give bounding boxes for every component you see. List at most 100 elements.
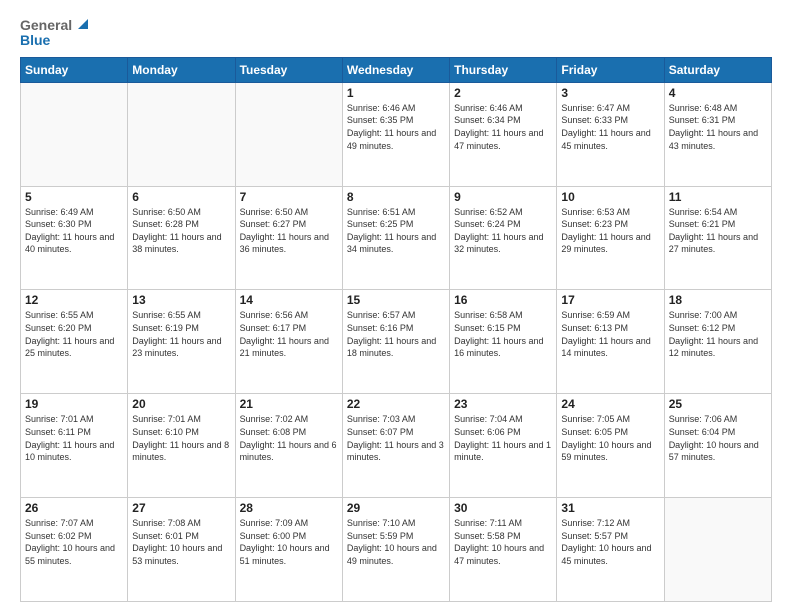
- calendar-cell: 16 Sunrise: 6:58 AM Sunset: 6:15 PM Dayli…: [450, 290, 557, 394]
- logo-blue: Blue: [20, 33, 92, 48]
- day-info: Sunrise: 7:05 AM Sunset: 6:05 PM Dayligh…: [561, 413, 659, 463]
- calendar-cell: 18 Sunrise: 7:00 AM Sunset: 6:12 PM Dayli…: [664, 290, 771, 394]
- day-info: Sunrise: 7:01 AM Sunset: 6:10 PM Dayligh…: [132, 413, 230, 463]
- weekday-header: Monday: [128, 57, 235, 82]
- calendar-cell: 28 Sunrise: 7:09 AM Sunset: 6:00 PM Dayli…: [235, 498, 342, 602]
- calendar-cell: 5 Sunrise: 6:49 AM Sunset: 6:30 PM Daylig…: [21, 186, 128, 290]
- day-number: 22: [347, 397, 445, 411]
- calendar-cell: 20 Sunrise: 7:01 AM Sunset: 6:10 PM Dayli…: [128, 394, 235, 498]
- calendar-week-row: 26Sunrise: 7:07 AM Sunset: 6:02 PM Dayli…: [21, 498, 772, 602]
- day-info: Sunrise: 7:12 AM Sunset: 5:57 PM Dayligh…: [561, 517, 659, 567]
- day-info: Sunrise: 6:57 AM Sunset: 6:16 PM Dayligh…: [347, 309, 445, 359]
- day-number: 14: [240, 293, 338, 307]
- day-info: Sunrise: 6:51 AM Sunset: 6:25 PM Dayligh…: [347, 206, 445, 256]
- day-info: Sunrise: 6:59 AM Sunset: 6:13 PM Dayligh…: [561, 309, 659, 359]
- calendar-cell: 31 Sunrise: 7:12 AM Sunset: 5:57 PM Dayli…: [557, 498, 664, 602]
- calendar-cell: [664, 498, 771, 602]
- logo: General Blue: [20, 18, 92, 49]
- day-info: Sunrise: 7:09 AM Sunset: 6:00 PM Dayligh…: [240, 517, 338, 567]
- calendar-cell: 29 Sunrise: 7:10 AM Sunset: 5:59 PM Dayli…: [342, 498, 449, 602]
- day-number: 5: [25, 190, 123, 204]
- day-info: Sunrise: 6:56 AM Sunset: 6:17 PM Dayligh…: [240, 309, 338, 359]
- day-number: 24: [561, 397, 659, 411]
- day-number: 7: [240, 190, 338, 204]
- weekday-header: Tuesday: [235, 57, 342, 82]
- day-number: 27: [132, 501, 230, 515]
- calendar-week-row: 1Sunrise: 6:46 AM Sunset: 6:35 PM Daylig…: [21, 82, 772, 186]
- day-info: Sunrise: 7:10 AM Sunset: 5:59 PM Dayligh…: [347, 517, 445, 567]
- day-info: Sunrise: 6:48 AM Sunset: 6:31 PM Dayligh…: [669, 102, 767, 152]
- day-info: Sunrise: 6:54 AM Sunset: 6:21 PM Dayligh…: [669, 206, 767, 256]
- day-number: 15: [347, 293, 445, 307]
- weekday-header-row: SundayMondayTuesdayWednesdayThursdayFrid…: [21, 57, 772, 82]
- day-number: 28: [240, 501, 338, 515]
- calendar-cell: [235, 82, 342, 186]
- calendar-cell: 11 Sunrise: 6:54 AM Sunset: 6:21 PM Dayli…: [664, 186, 771, 290]
- calendar-cell: [21, 82, 128, 186]
- day-number: 17: [561, 293, 659, 307]
- calendar-cell: 9 Sunrise: 6:52 AM Sunset: 6:24 PM Daylig…: [450, 186, 557, 290]
- calendar-cell: 30 Sunrise: 7:11 AM Sunset: 5:58 PM Dayli…: [450, 498, 557, 602]
- day-info: Sunrise: 7:07 AM Sunset: 6:02 PM Dayligh…: [25, 517, 123, 567]
- calendar-cell: 1Sunrise: 6:46 AM Sunset: 6:35 PM Daylig…: [342, 82, 449, 186]
- weekday-header: Sunday: [21, 57, 128, 82]
- day-info: Sunrise: 7:04 AM Sunset: 6:06 PM Dayligh…: [454, 413, 552, 463]
- day-number: 21: [240, 397, 338, 411]
- day-number: 16: [454, 293, 552, 307]
- calendar-cell: 7 Sunrise: 6:50 AM Sunset: 6:27 PM Daylig…: [235, 186, 342, 290]
- day-info: Sunrise: 7:01 AM Sunset: 6:11 PM Dayligh…: [25, 413, 123, 463]
- calendar-cell: 4 Sunrise: 6:48 AM Sunset: 6:31 PM Daylig…: [664, 82, 771, 186]
- calendar-cell: 17 Sunrise: 6:59 AM Sunset: 6:13 PM Dayli…: [557, 290, 664, 394]
- calendar-week-row: 19 Sunrise: 7:01 AM Sunset: 6:11 PM Dayli…: [21, 394, 772, 498]
- weekday-header: Wednesday: [342, 57, 449, 82]
- day-number: 10: [561, 190, 659, 204]
- day-info: Sunrise: 6:46 AM Sunset: 6:34 PM Dayligh…: [454, 102, 552, 152]
- day-number: 30: [454, 501, 552, 515]
- calendar-cell: 27Sunrise: 7:08 AM Sunset: 6:01 PM Dayli…: [128, 498, 235, 602]
- day-info: Sunrise: 6:58 AM Sunset: 6:15 PM Dayligh…: [454, 309, 552, 359]
- calendar-cell: 13Sunrise: 6:55 AM Sunset: 6:19 PM Dayli…: [128, 290, 235, 394]
- day-number: 3: [561, 86, 659, 100]
- calendar-cell: 10Sunrise: 6:53 AM Sunset: 6:23 PM Dayli…: [557, 186, 664, 290]
- calendar-cell: 26Sunrise: 7:07 AM Sunset: 6:02 PM Dayli…: [21, 498, 128, 602]
- day-info: Sunrise: 6:50 AM Sunset: 6:28 PM Dayligh…: [132, 206, 230, 256]
- day-number: 18: [669, 293, 767, 307]
- day-number: 6: [132, 190, 230, 204]
- calendar-cell: 24 Sunrise: 7:05 AM Sunset: 6:05 PM Dayli…: [557, 394, 664, 498]
- calendar-cell: 25Sunrise: 7:06 AM Sunset: 6:04 PM Dayli…: [664, 394, 771, 498]
- calendar-cell: 6 Sunrise: 6:50 AM Sunset: 6:28 PM Daylig…: [128, 186, 235, 290]
- day-number: 29: [347, 501, 445, 515]
- day-number: 23: [454, 397, 552, 411]
- header: General Blue: [20, 18, 772, 49]
- day-info: Sunrise: 7:02 AM Sunset: 6:08 PM Dayligh…: [240, 413, 338, 463]
- calendar-cell: 23 Sunrise: 7:04 AM Sunset: 6:06 PM Dayli…: [450, 394, 557, 498]
- day-number: 9: [454, 190, 552, 204]
- calendar-cell: [128, 82, 235, 186]
- day-info: Sunrise: 7:06 AM Sunset: 6:04 PM Dayligh…: [669, 413, 767, 463]
- day-number: 2: [454, 86, 552, 100]
- day-number: 12: [25, 293, 123, 307]
- day-number: 20: [132, 397, 230, 411]
- day-number: 11: [669, 190, 767, 204]
- calendar-cell: 8Sunrise: 6:51 AM Sunset: 6:25 PM Daylig…: [342, 186, 449, 290]
- page: General Blue SundayMondayTuesdayWednesda…: [0, 0, 792, 612]
- day-info: Sunrise: 7:03 AM Sunset: 6:07 PM Dayligh…: [347, 413, 445, 463]
- day-info: Sunrise: 6:50 AM Sunset: 6:27 PM Dayligh…: [240, 206, 338, 256]
- day-info: Sunrise: 6:55 AM Sunset: 6:19 PM Dayligh…: [132, 309, 230, 359]
- day-info: Sunrise: 6:47 AM Sunset: 6:33 PM Dayligh…: [561, 102, 659, 152]
- calendar-cell: 21 Sunrise: 7:02 AM Sunset: 6:08 PM Dayli…: [235, 394, 342, 498]
- day-info: Sunrise: 6:46 AM Sunset: 6:35 PM Dayligh…: [347, 102, 445, 152]
- day-number: 19: [25, 397, 123, 411]
- weekday-header: Friday: [557, 57, 664, 82]
- calendar-week-row: 5 Sunrise: 6:49 AM Sunset: 6:30 PM Daylig…: [21, 186, 772, 290]
- day-info: Sunrise: 6:49 AM Sunset: 6:30 PM Dayligh…: [25, 206, 123, 256]
- day-info: Sunrise: 7:11 AM Sunset: 5:58 PM Dayligh…: [454, 517, 552, 567]
- day-info: Sunrise: 7:00 AM Sunset: 6:12 PM Dayligh…: [669, 309, 767, 359]
- day-info: Sunrise: 6:52 AM Sunset: 6:24 PM Dayligh…: [454, 206, 552, 256]
- logo-text: General Blue: [20, 18, 92, 49]
- logo-general: General: [20, 18, 72, 33]
- calendar-cell: 19 Sunrise: 7:01 AM Sunset: 6:11 PM Dayli…: [21, 394, 128, 498]
- calendar-cell: 12Sunrise: 6:55 AM Sunset: 6:20 PM Dayli…: [21, 290, 128, 394]
- day-number: 31: [561, 501, 659, 515]
- day-number: 4: [669, 86, 767, 100]
